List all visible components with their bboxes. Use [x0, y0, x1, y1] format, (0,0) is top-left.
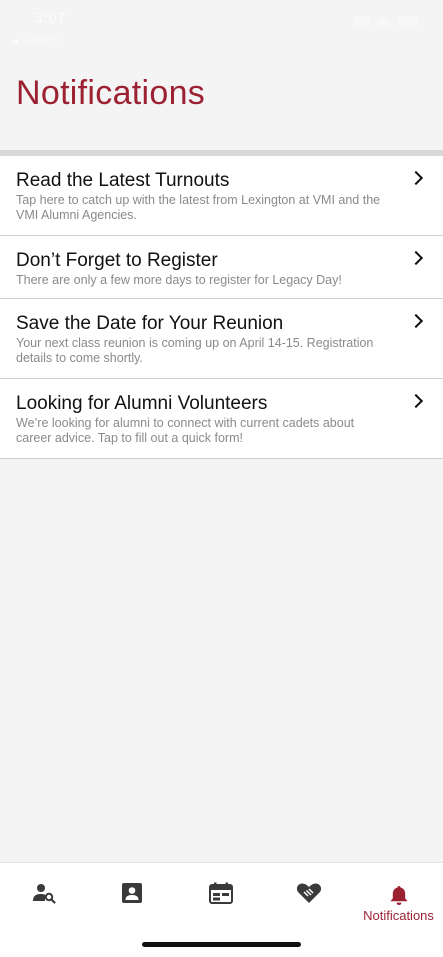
- signal-icon: [354, 16, 370, 27]
- notification-title: Don’t Forget to Register: [16, 250, 218, 271]
- notification-body: Your next class reunion is coming up on …: [16, 336, 374, 365]
- notification-item[interactable]: Save the Date for Your Reunion Your next…: [0, 299, 443, 379]
- person-search-icon: [33, 884, 56, 904]
- notification-item[interactable]: Read the Latest Turnouts Tap here to cat…: [0, 156, 443, 236]
- tab-label: Notifications: [363, 908, 434, 923]
- tab-notifications[interactable]: Notifications: [354, 863, 443, 923]
- calendar-icon: [209, 882, 233, 904]
- back-to-search-link[interactable]: ◂ Search: [12, 34, 59, 48]
- heart-handshake-icon: [296, 883, 322, 903]
- notification-body: We’re looking for alumni to connect with…: [16, 416, 355, 445]
- chevron-right-icon: [408, 250, 424, 266]
- notifications-list: Read the Latest Turnouts Tap here to cat…: [0, 156, 443, 459]
- chevron-right-icon: [408, 313, 424, 329]
- tab-directory[interactable]: [0, 863, 88, 923]
- status-icons: [354, 16, 419, 27]
- notification-body: Tap here to catch up with the latest fro…: [16, 193, 381, 222]
- home-indicator: [142, 942, 301, 947]
- notification-title: Looking for Alumni Volunteers: [16, 393, 268, 414]
- chevron-right-icon: [408, 393, 424, 409]
- status-bar: 3:07 ◂ Search: [0, 0, 443, 52]
- bell-icon: [389, 885, 408, 906]
- chevron-right-icon: [408, 170, 424, 186]
- tab-contacts[interactable]: [88, 863, 176, 923]
- status-time: 3:07: [34, 10, 67, 27]
- notification-item[interactable]: Don’t Forget to Register There are only …: [0, 236, 443, 299]
- page-title: Notifications: [16, 74, 206, 112]
- notification-title: Save the Date for Your Reunion: [16, 313, 284, 334]
- tab-giving[interactable]: [265, 863, 353, 923]
- notification-item[interactable]: Looking for Alumni Volunteers We’re look…: [0, 379, 443, 459]
- notification-title: Read the Latest Turnouts: [16, 170, 230, 191]
- notification-body: There are only a few more days to regist…: [16, 273, 342, 287]
- wifi-icon: [376, 16, 391, 27]
- battery-icon: [397, 16, 419, 27]
- contact-card-icon: [122, 883, 142, 903]
- tab-events[interactable]: [177, 863, 265, 923]
